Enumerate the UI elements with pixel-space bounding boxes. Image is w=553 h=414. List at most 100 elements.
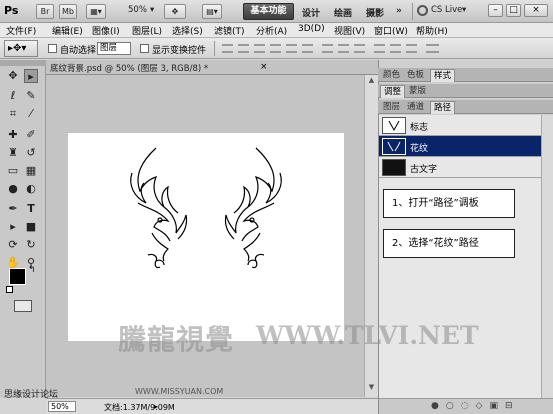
menu-help[interactable]: 帮助(H) bbox=[416, 24, 448, 37]
status-zoom-field[interactable]: 50% bbox=[48, 401, 76, 412]
menu-file[interactable]: 文件(F) bbox=[6, 24, 36, 37]
dodge-tool-icon[interactable]: ◐ bbox=[24, 182, 38, 196]
auto-select-dropdown[interactable]: 图层 bbox=[97, 42, 131, 55]
options-bar: ▸✥▾ 自动选择: 图层 显示变换控件 bbox=[0, 38, 553, 59]
close-icon[interactable]: × bbox=[260, 62, 268, 72]
show-transform-label: 显示变换控件 bbox=[152, 46, 207, 56]
tab-masks[interactable]: 蒙版 bbox=[406, 85, 429, 98]
menu-3d[interactable]: 3D(D) bbox=[298, 24, 325, 34]
minibridge-button[interactable]: Mb bbox=[59, 4, 77, 19]
tool-preset-picker[interactable]: ▸✥▾ bbox=[4, 40, 38, 57]
align-vcenter-icon[interactable] bbox=[238, 44, 249, 53]
distribute-vcenter-icon[interactable] bbox=[338, 44, 349, 53]
blur-tool-icon[interactable]: ● bbox=[6, 182, 20, 196]
shape-tool-icon[interactable]: ■ bbox=[24, 220, 38, 234]
minimize-button[interactable]: – bbox=[488, 4, 503, 17]
eraser-tool-icon[interactable]: ▭ bbox=[6, 164, 20, 178]
auto-align-icon[interactable] bbox=[426, 44, 439, 53]
tab-swatches[interactable]: 色板 bbox=[404, 69, 427, 82]
path-name: 标志 bbox=[410, 123, 429, 133]
tab-adjustments[interactable]: 调整 bbox=[380, 85, 406, 98]
scroll-down-icon[interactable]: ▼ bbox=[366, 383, 377, 394]
menu-filter[interactable]: 滤镜(T) bbox=[214, 24, 245, 37]
cs-live-button[interactable]: CS Live bbox=[431, 5, 462, 15]
align-bottom-icon[interactable] bbox=[254, 44, 265, 53]
chevron-right-icon[interactable]: ▸ bbox=[154, 402, 158, 411]
menu-layer[interactable]: 图层(L) bbox=[132, 24, 162, 37]
distribute-bottom-icon[interactable] bbox=[354, 44, 365, 53]
history-brush-tool-icon[interactable]: ↺ bbox=[24, 146, 38, 160]
path-selection-tool-icon[interactable]: ▸ bbox=[24, 69, 38, 83]
workspace-design[interactable]: 设计 bbox=[302, 6, 320, 19]
spot-healing-tool-icon[interactable]: ✚ bbox=[6, 128, 20, 142]
clone-stamp-tool-icon[interactable]: ♜ bbox=[6, 146, 20, 160]
auto-select-checkbox[interactable] bbox=[48, 44, 57, 53]
callout-step-2: 2、选择“花纹”路径 bbox=[383, 229, 515, 258]
swap-colors-icon[interactable]: ↰ bbox=[28, 265, 36, 275]
workspace-essentials[interactable]: 基本功能 bbox=[243, 3, 294, 20]
crop-tool-icon[interactable]: ⌗ bbox=[6, 107, 20, 121]
path-name: 花纹 bbox=[410, 144, 429, 154]
distribute-hcenter-icon[interactable] bbox=[390, 44, 401, 53]
path-actions-icons[interactable]: ●○◌◇▣⊟ bbox=[431, 401, 520, 411]
tab-paths[interactable]: 路径 bbox=[430, 101, 456, 114]
pen-tool-icon[interactable]: ✒ bbox=[6, 202, 20, 216]
hand-rotate-button[interactable]: ✥ bbox=[164, 4, 186, 19]
view-extras-button[interactable]: ▦▾ bbox=[86, 4, 106, 19]
default-colors-icon[interactable] bbox=[6, 286, 13, 293]
chevron-down-icon: ▾ bbox=[462, 5, 467, 15]
zoom-level-dropdown[interactable]: 50% bbox=[128, 5, 147, 15]
close-button[interactable]: × bbox=[524, 4, 548, 17]
lasso-tool-icon[interactable]: ℓ bbox=[6, 89, 20, 103]
tab-layers[interactable]: 图层 bbox=[380, 101, 403, 114]
status-bar: 50% 文档:1.37M/9.09M ▸ bbox=[46, 398, 378, 414]
divider bbox=[214, 41, 215, 56]
menu-window[interactable]: 窗口(W) bbox=[374, 24, 408, 37]
path-row-logo[interactable]: 标志 bbox=[379, 115, 541, 136]
menu-image[interactable]: 图像(I) bbox=[92, 24, 120, 37]
distribute-top-icon[interactable] bbox=[322, 44, 333, 53]
path-row-ancient-text[interactable]: 古文字 bbox=[379, 157, 541, 178]
type-tool-icon[interactable]: T bbox=[24, 202, 38, 216]
bridge-button[interactable]: Br bbox=[36, 4, 54, 19]
workspace-more[interactable]: » bbox=[396, 6, 402, 16]
menu-analysis[interactable]: 分析(A) bbox=[256, 24, 287, 37]
quick-selection-tool-icon[interactable]: ✎ bbox=[24, 89, 38, 103]
maximize-button[interactable]: □ bbox=[506, 4, 521, 17]
paths-scrollbar[interactable] bbox=[541, 115, 553, 398]
distribute-right-icon[interactable] bbox=[406, 44, 417, 53]
brush-tool-icon[interactable]: ✐ bbox=[24, 128, 38, 142]
tools-panel-header[interactable] bbox=[0, 60, 46, 66]
arrange-documents-button[interactable]: ▤▾ bbox=[202, 4, 222, 19]
document-tab-title[interactable]: 底纹背景.psd @ 50% (图层 3, RGB/8) * bbox=[50, 62, 208, 74]
quick-mask-icon[interactable] bbox=[14, 300, 32, 312]
gradient-tool-icon[interactable]: ▦ bbox=[24, 164, 38, 178]
menu-edit[interactable]: 编辑(E) bbox=[52, 24, 83, 37]
path-thumbnail bbox=[382, 159, 406, 176]
path-row-floral[interactable]: 花纹 bbox=[379, 136, 541, 157]
align-hcenter-icon[interactable] bbox=[286, 44, 297, 53]
show-transform-checkbox[interactable] bbox=[140, 44, 149, 53]
watermark-url: WWW.TLVI.NET bbox=[256, 321, 479, 350]
path-select-tool-icon[interactable]: ▸ bbox=[6, 220, 20, 234]
align-right-icon[interactable] bbox=[302, 44, 313, 53]
foreground-color-swatch[interactable] bbox=[9, 268, 26, 285]
align-top-icon[interactable] bbox=[222, 44, 233, 53]
menu-select[interactable]: 选择(S) bbox=[172, 24, 203, 37]
move-tool-icon[interactable]: ✥ bbox=[6, 69, 20, 83]
distribute-left-icon[interactable] bbox=[374, 44, 385, 53]
workspace-photography[interactable]: 摄影 bbox=[366, 6, 384, 19]
document-canvas[interactable] bbox=[68, 133, 344, 341]
tab-styles[interactable]: 样式 bbox=[430, 69, 456, 82]
paths-panel-footer: ●○◌◇▣⊟ bbox=[379, 398, 553, 414]
align-left-icon[interactable] bbox=[270, 44, 281, 53]
tab-channels[interactable]: 通道 bbox=[404, 101, 427, 114]
workspace-painting[interactable]: 绘画 bbox=[334, 6, 352, 19]
eyedropper-tool-icon[interactable]: ⁄ bbox=[24, 107, 38, 121]
3d-rotate-tool-icon[interactable]: ⟳ bbox=[6, 238, 20, 252]
path-thumbnail bbox=[382, 138, 406, 155]
3d-camera-tool-icon[interactable]: ↻ bbox=[24, 238, 38, 252]
menu-view[interactable]: 视图(V) bbox=[334, 24, 365, 37]
scroll-up-icon[interactable]: ▲ bbox=[366, 76, 377, 87]
tab-color[interactable]: 颜色 bbox=[380, 69, 403, 82]
